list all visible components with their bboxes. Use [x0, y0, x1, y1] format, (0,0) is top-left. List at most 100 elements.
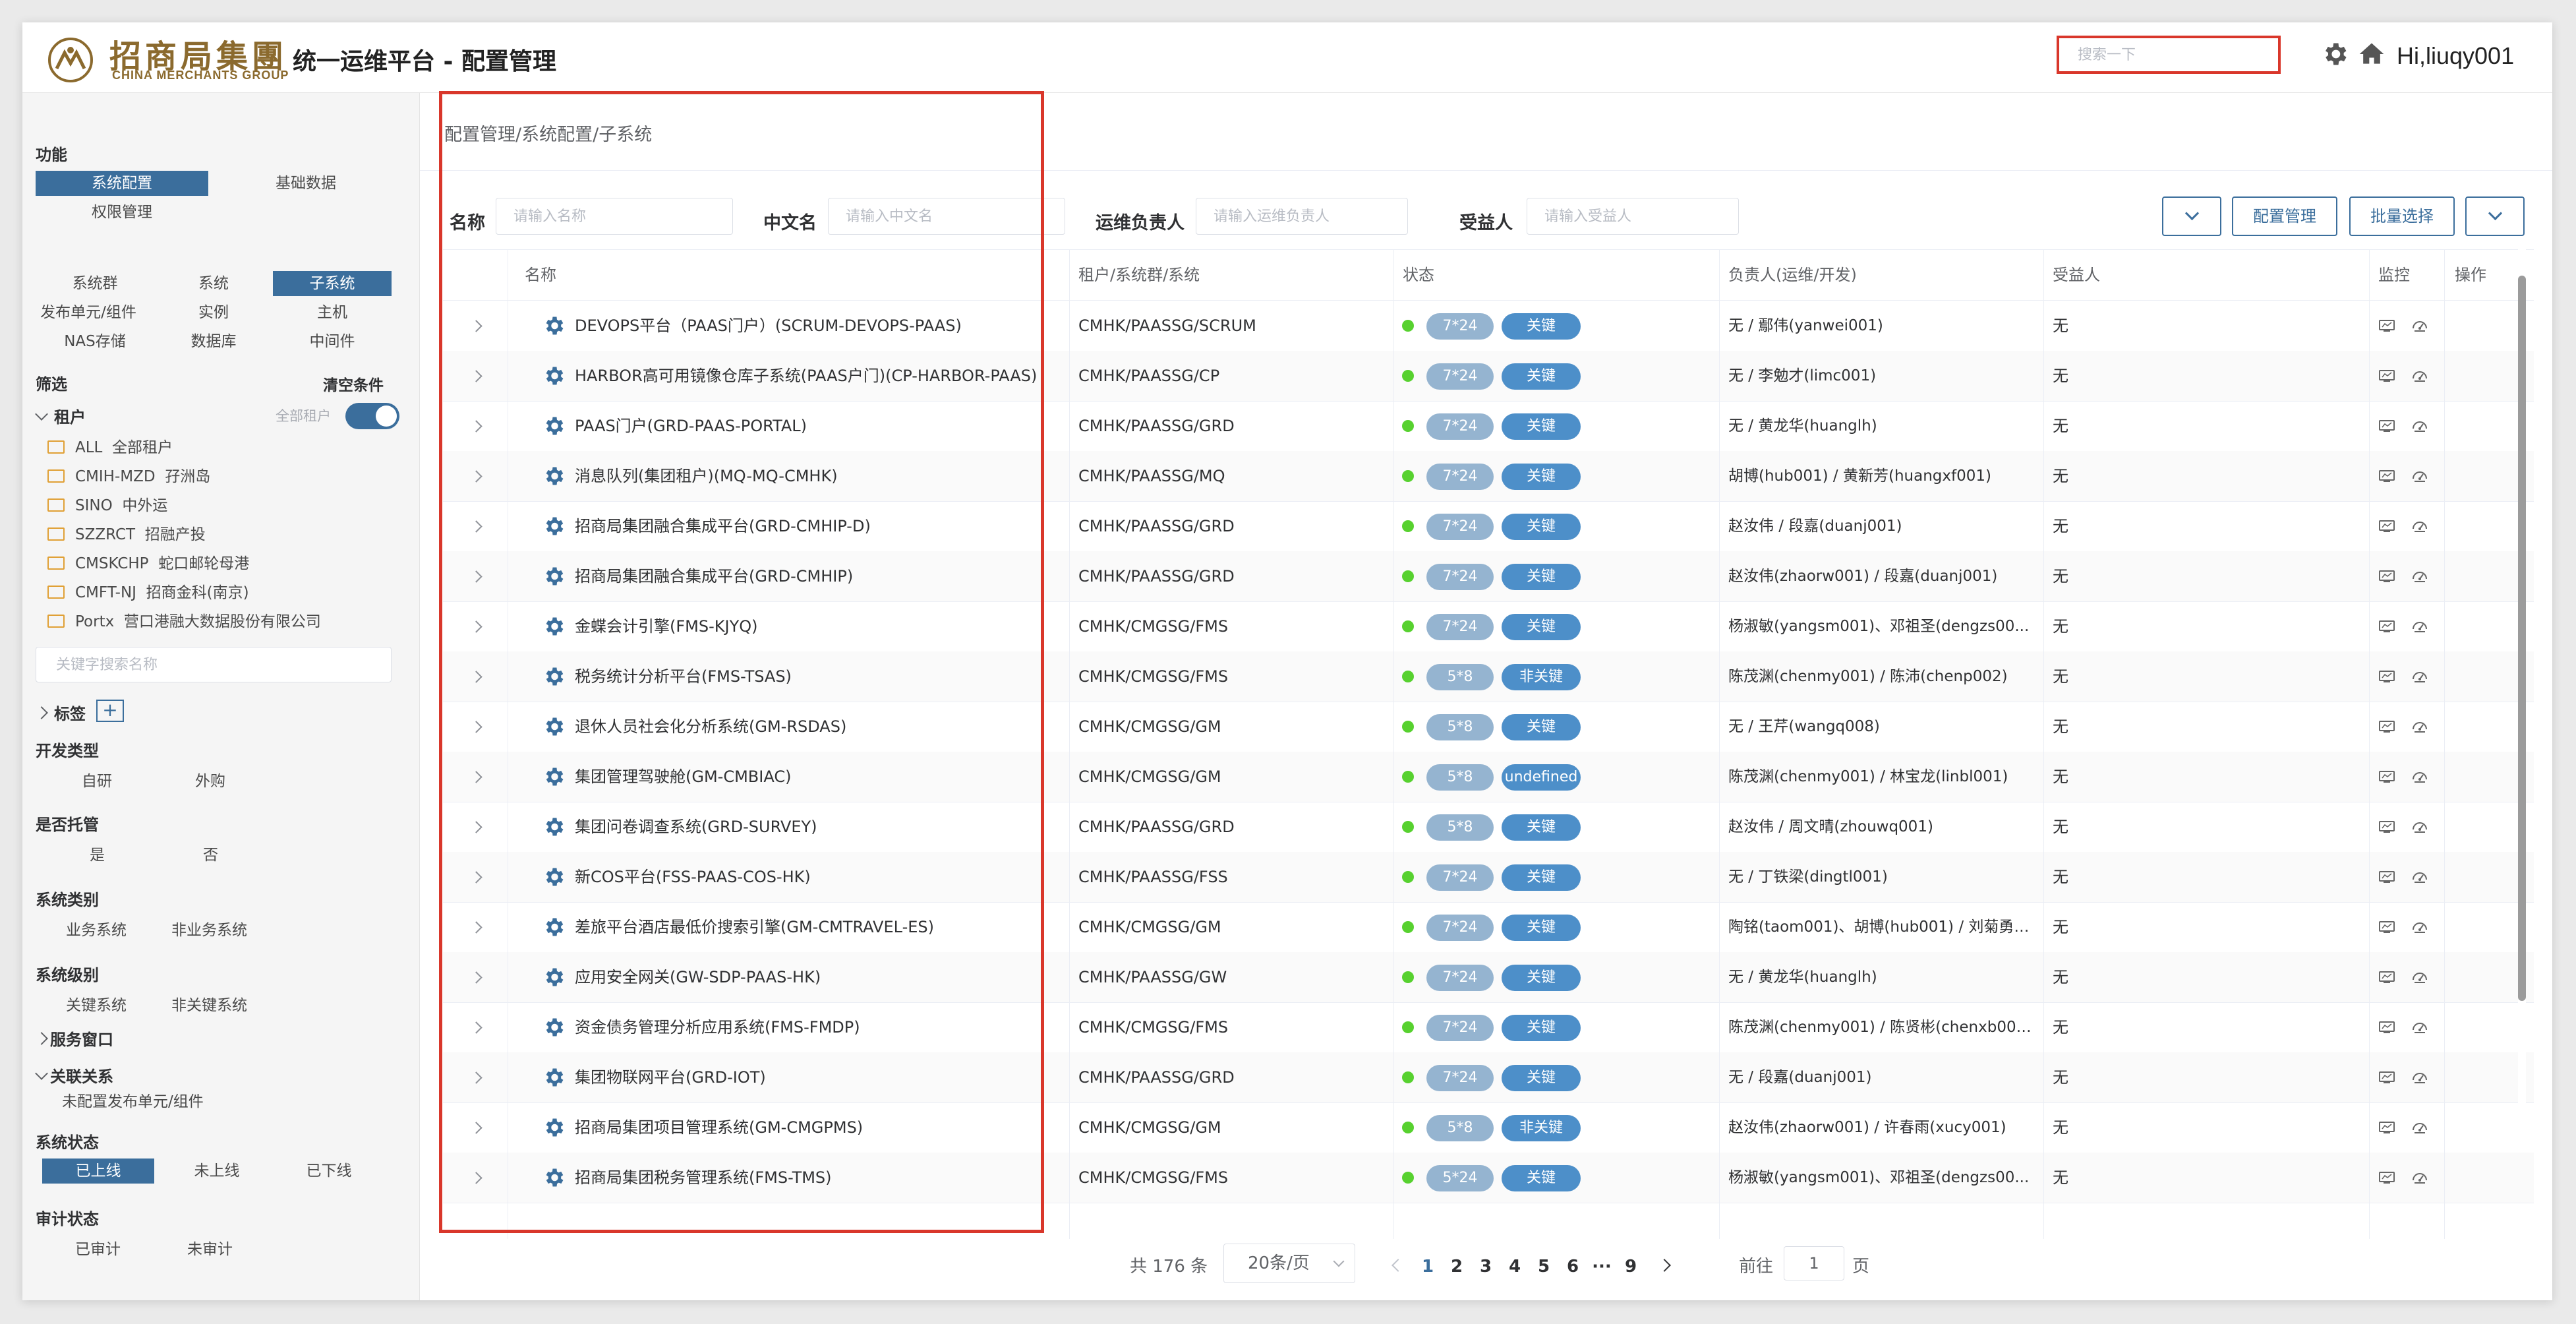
monitor-screen-icon[interactable]: [2378, 468, 2395, 484]
dashboard-gauge-icon[interactable]: [2411, 1170, 2428, 1186]
monitor-screen-icon[interactable]: [2378, 769, 2395, 785]
status-online[interactable]: 已上线: [42, 1158, 154, 1184]
dashboard-gauge-icon[interactable]: [2411, 769, 2428, 785]
table-row[interactable]: 资金债务管理分析应用系统(FMS-FMDP) CMHK/CMGSG/FMS 7*24…: [443, 1002, 2534, 1053]
table-row[interactable]: HARBOR高可用镜像仓库子系统(PAAS户门)(CP-HARBOR-PAAS)…: [443, 351, 2534, 402]
gear-icon[interactable]: [542, 1066, 566, 1089]
user-greeting[interactable]: Hi,liuqy001: [2397, 42, 2514, 70]
table-row[interactable]: DEVOPS平台（PAAS门户）(SCRUM-DEVOPS-PAAS) CMHK/…: [443, 301, 2534, 351]
page-2[interactable]: 2: [1445, 1249, 1469, 1284]
gear-icon[interactable]: [542, 965, 566, 989]
subsystem-name[interactable]: PAAS门户(GRD-PAAS-PORTAL): [575, 401, 1063, 451]
monitor-screen-icon[interactable]: [2378, 919, 2395, 935]
gear-icon[interactable]: [542, 1015, 566, 1039]
name-filter[interactable]: [496, 198, 733, 235]
gear-icon[interactable]: [542, 364, 566, 388]
page-3[interactable]: 3: [1474, 1249, 1498, 1284]
page-9[interactable]: 9: [1619, 1249, 1643, 1284]
dashboard-gauge-icon[interactable]: [2411, 919, 2428, 935]
page-5[interactable]: 5: [1532, 1249, 1556, 1284]
subsystem-name[interactable]: 集团问卷调查系统(GRD-SURVEY): [575, 802, 1063, 852]
dashboard-gauge-icon[interactable]: [2411, 869, 2428, 885]
monitor-screen-icon[interactable]: [2378, 1019, 2395, 1035]
subsystem-name[interactable]: 退休人员社会化分析系统(GM-RSDAS): [575, 702, 1063, 752]
subsystem-name[interactable]: 应用安全网关(GW-SDP-PAAS-HK): [575, 952, 1063, 1002]
table-row[interactable]: 集团物联网平台(GRD-IOT) CMHK/PAASSG/GRD 7*24 关键 无 /…: [443, 1052, 2534, 1103]
tenant-keyword-search[interactable]: [36, 647, 392, 682]
tenant-section-toggle[interactable]: 租户: [35, 404, 86, 427]
prev-page-icon[interactable]: [1391, 1259, 1405, 1272]
expand-row-icon[interactable]: [470, 721, 483, 733]
nav-system-group[interactable]: 系统群: [36, 271, 154, 296]
expand-row-icon[interactable]: [470, 370, 483, 382]
dashboard-gauge-icon[interactable]: [2411, 418, 2428, 434]
relation-unconfigured[interactable]: 未配置发布单元/组件: [62, 1089, 204, 1111]
nav-database[interactable]: 数据库: [154, 329, 273, 354]
gear-icon[interactable]: [2320, 40, 2349, 69]
nav-release-unit[interactable]: 发布单元/组件: [22, 300, 154, 325]
sys-category-nonbusiness[interactable]: 非业务系统: [171, 917, 247, 940]
goto-page-input[interactable]: 1: [1784, 1246, 1844, 1280]
subsystem-name[interactable]: 税务统计分析平台(FMS-TSAS): [575, 651, 1063, 702]
dev-type-self[interactable]: 自研: [82, 768, 112, 791]
expand-row-icon[interactable]: [470, 871, 483, 884]
cn-name-filter-input[interactable]: [829, 198, 1065, 234]
tenant-item[interactable]: SZZRCT 招融产投: [47, 522, 206, 548]
sys-level-noncritical[interactable]: 非关键系统: [171, 992, 247, 1015]
expand-row-icon[interactable]: [470, 1122, 483, 1134]
monitor-screen-icon[interactable]: [2378, 418, 2395, 434]
table-scrollbar[interactable]: [2518, 249, 2526, 1146]
expand-row-icon[interactable]: [470, 520, 483, 533]
monitor-screen-icon[interactable]: [2378, 869, 2395, 885]
page-1[interactable]: 1: [1416, 1249, 1440, 1284]
gear-icon[interactable]: [542, 715, 566, 738]
name-filter-input[interactable]: [496, 198, 732, 234]
expand-row-icon[interactable]: [470, 620, 483, 633]
subsystem-name[interactable]: 集团管理驾驶舱(GM-CMBIAC): [575, 752, 1063, 802]
table-row[interactable]: 新COS平台(FSS-PAAS-COS-HK) CMHK/PAASSG/FSS 7*…: [443, 852, 2534, 903]
col-path[interactable]: 租户/系统群/系统: [1078, 250, 1200, 300]
monitor-screen-icon[interactable]: [2378, 1120, 2395, 1135]
expand-row-icon[interactable]: [470, 821, 483, 833]
tag-section-toggle[interactable]: 标签: [35, 701, 86, 724]
sys-category-business[interactable]: 业务系统: [66, 917, 127, 940]
col-owner[interactable]: 负责人(运维/开发): [1728, 250, 1857, 300]
gear-icon[interactable]: [542, 414, 566, 438]
subsystem-name[interactable]: 招商局集团税务管理系统(FMS-TMS): [575, 1153, 1063, 1203]
subsystem-name[interactable]: HARBOR高可用镜像仓库子系统(PAAS户门)(CP-HARBOR-PAAS): [575, 351, 1063, 401]
table-row[interactable]: 招商局集团项目管理系统(GM-CMGPMS) CMHK/CMGSG/GM 5*8 非关…: [443, 1102, 2534, 1153]
dashboard-gauge-icon[interactable]: [2411, 1069, 2428, 1085]
dashboard-gauge-icon[interactable]: [2411, 1120, 2428, 1135]
subsystem-name[interactable]: 新COS平台(FSS-PAAS-COS-HK): [575, 852, 1063, 902]
dev-type-purchased[interactable]: 外购: [195, 768, 225, 791]
expand-row-icon[interactable]: [470, 1172, 483, 1184]
config-manage-button[interactable]: 配置管理: [2232, 196, 2337, 236]
page-4[interactable]: 4: [1503, 1249, 1527, 1284]
monitor-screen-icon[interactable]: [2378, 669, 2395, 684]
gear-icon[interactable]: [542, 1166, 566, 1189]
table-row[interactable]: 消息队列(集团租户)(MQ-MQ-CMHK) CMHK/PAASSG/MQ 7*24…: [443, 451, 2534, 502]
expand-row-icon[interactable]: [470, 570, 483, 583]
gear-icon[interactable]: [542, 464, 566, 488]
table-row[interactable]: 集团管理驾驶舱(GM-CMBIAC) CMHK/CMGSG/GM 5*8 undefi…: [443, 752, 2534, 802]
global-search[interactable]: [2057, 36, 2281, 74]
monitor-screen-icon[interactable]: [2378, 819, 2395, 835]
tenant-item[interactable]: CMFT-NJ 招商金科(南京): [47, 580, 249, 606]
subsystem-name[interactable]: 差旅平台酒店最低价搜索引擎(GM-CMTRAVEL-ES): [575, 902, 1063, 952]
col-beneficiary[interactable]: 受益人: [2053, 250, 2100, 300]
nav-middleware[interactable]: 中间件: [273, 329, 392, 354]
clear-filters-button[interactable]: 清空条件: [323, 373, 384, 395]
home-icon[interactable]: [2357, 40, 2386, 69]
table-row[interactable]: 招商局集团融合集成平台(GRD-CMHIP) CMHK/PAASSG/GRD 7*2…: [443, 551, 2534, 602]
table-row[interactable]: 集团问卷调查系统(GRD-SURVEY) CMHK/PAASSG/GRD 5*8 关键…: [443, 802, 2534, 853]
col-status[interactable]: 状态: [1403, 250, 1434, 300]
expand-row-icon[interactable]: [470, 420, 483, 433]
ops-owner-filter-input[interactable]: [1196, 198, 1407, 234]
dashboard-gauge-icon[interactable]: [2411, 618, 2428, 634]
gear-icon[interactable]: [542, 615, 566, 638]
page-size-select[interactable]: 20条/页: [1223, 1244, 1355, 1283]
audit-not-done[interactable]: 未审计: [187, 1236, 233, 1259]
table-row[interactable]: 招商局集团融合集成平台(GRD-CMHIP-D) CMHK/PAASSG/GRD 7…: [443, 501, 2534, 552]
dashboard-gauge-icon[interactable]: [2411, 318, 2428, 334]
subsystem-name[interactable]: 金蝶会计引擎(FMS-KJYQ): [575, 601, 1063, 651]
